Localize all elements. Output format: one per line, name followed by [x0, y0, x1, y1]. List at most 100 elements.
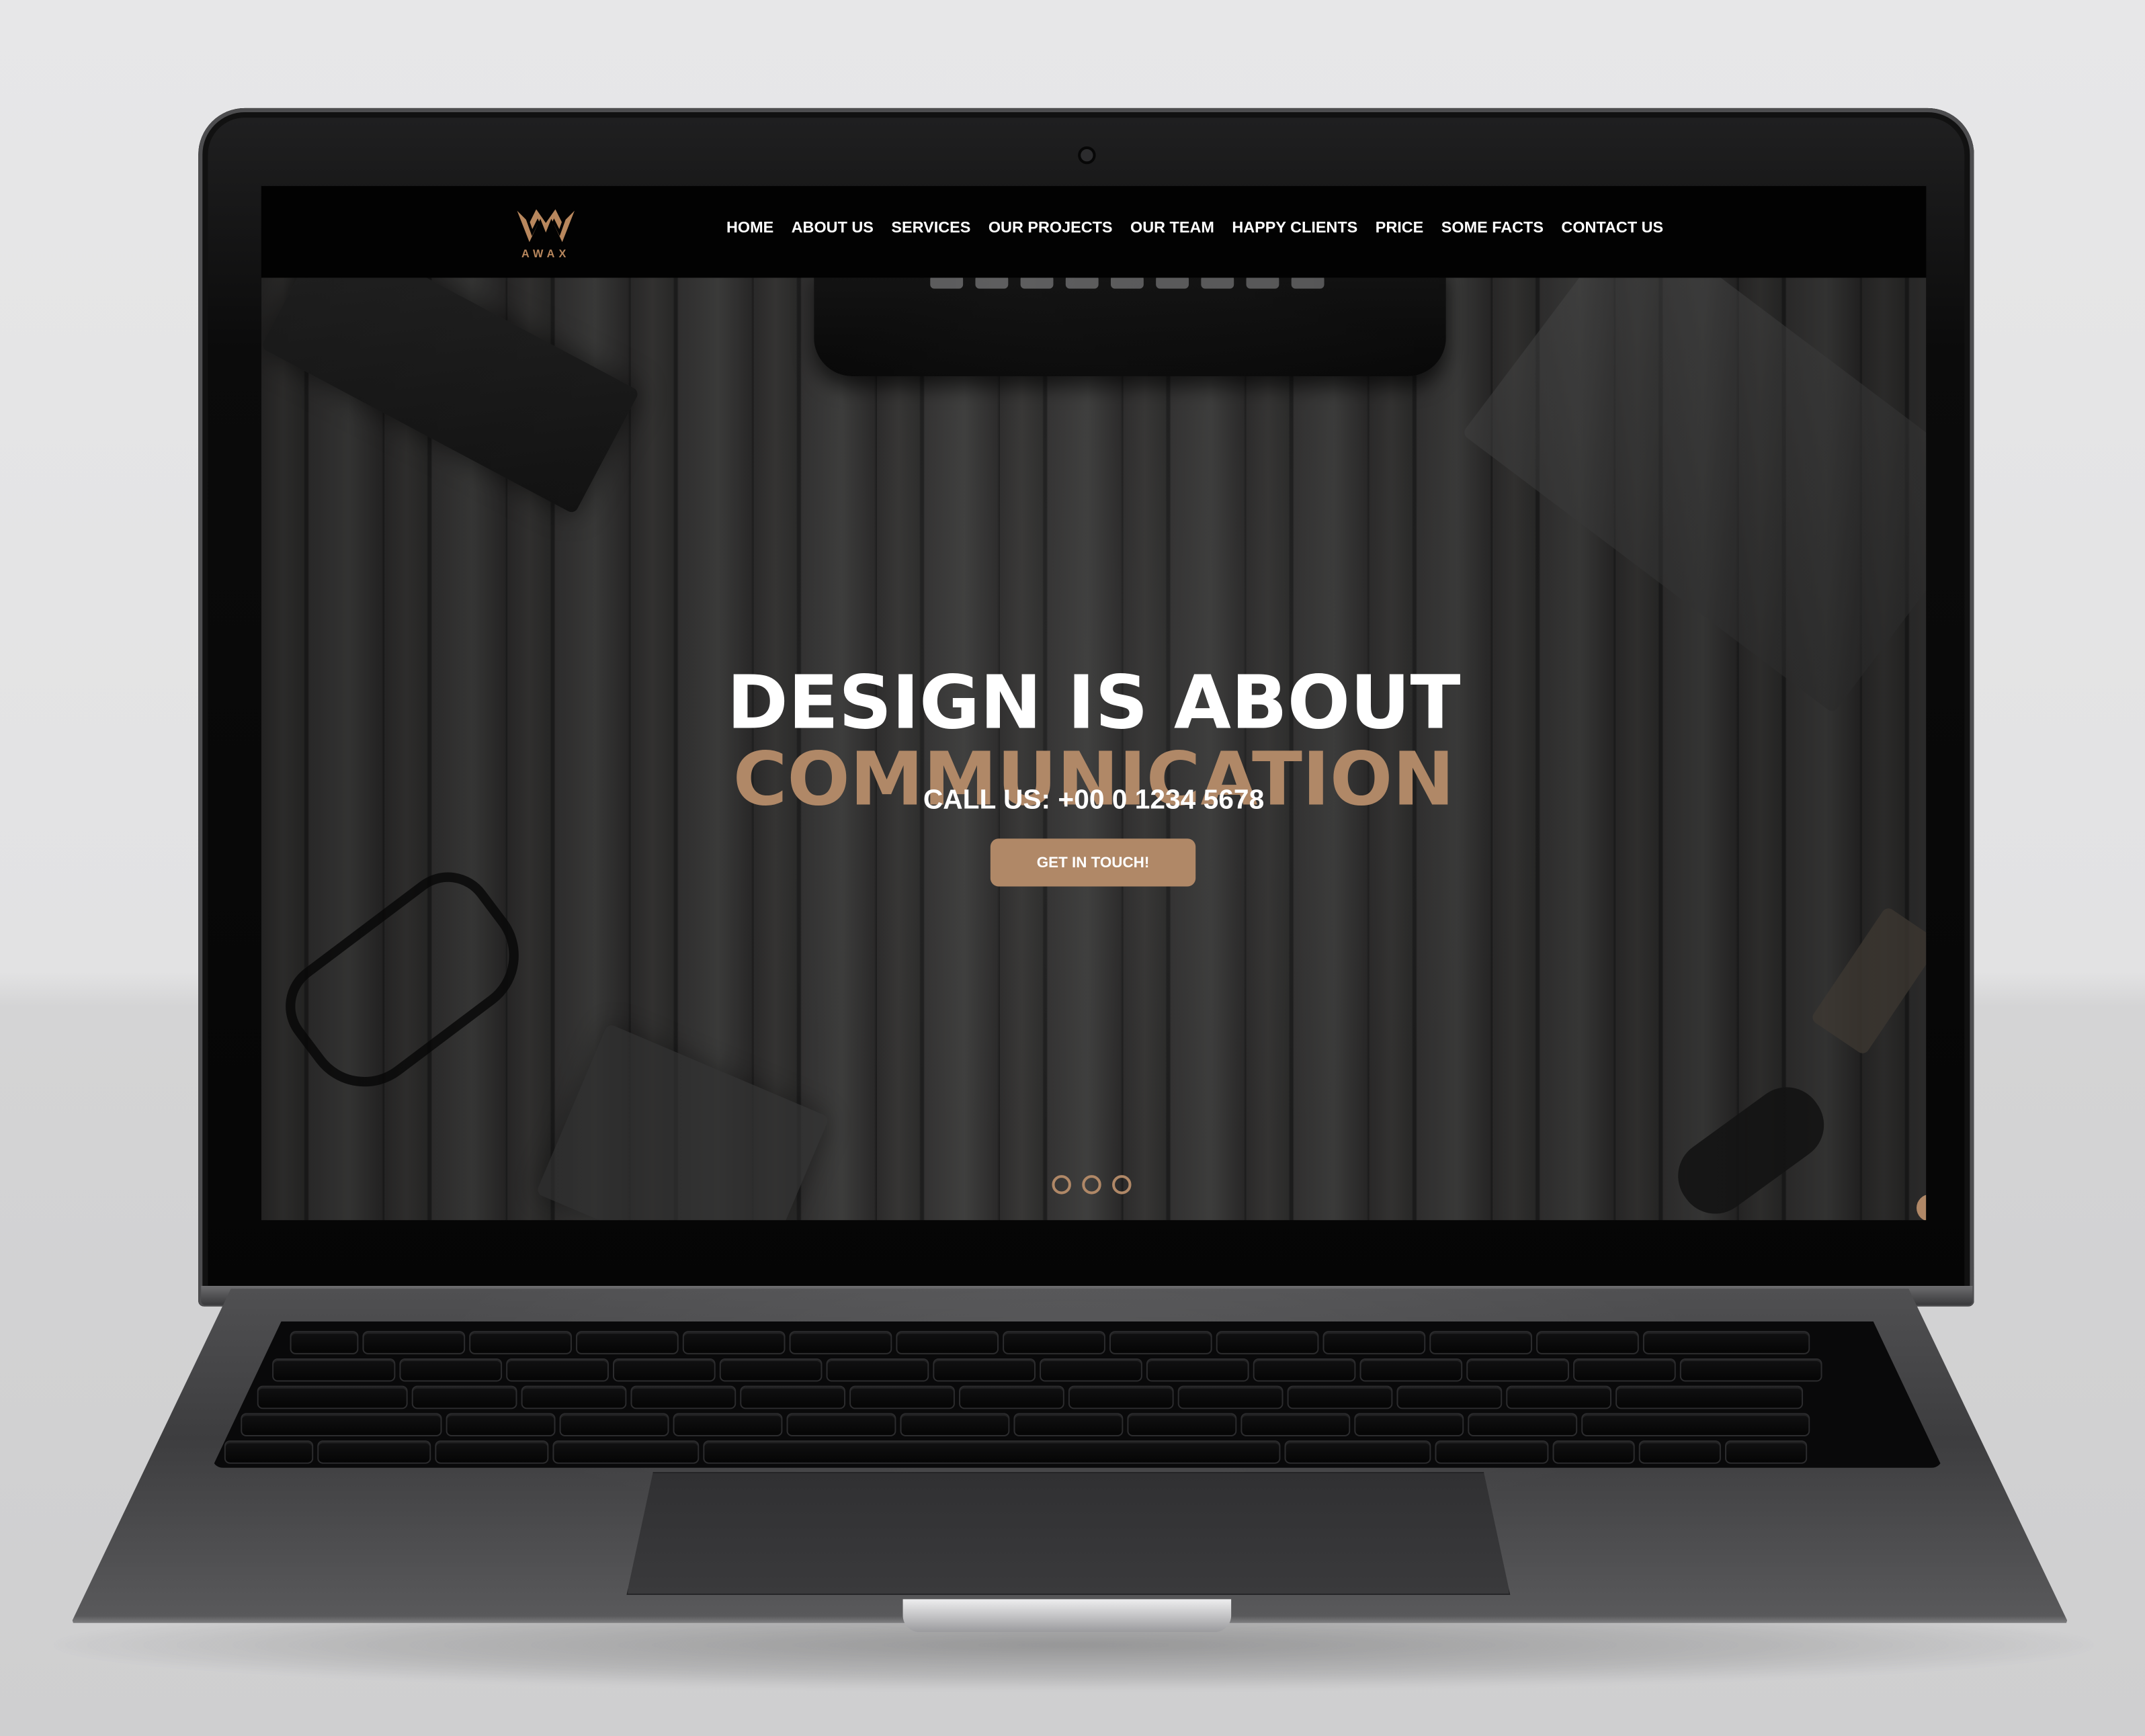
keyboard-key — [507, 1359, 607, 1381]
typewriter-key — [1201, 277, 1234, 289]
main-navigation: HOME ABOUT US SERVICES OUR PROJECTS OUR … — [726, 218, 1663, 240]
awax-crown-logo-icon — [517, 209, 575, 243]
scroll-to-top-icon[interactable] — [1917, 1194, 1927, 1221]
awax-logo[interactable]: AWAX — [513, 202, 579, 263]
keyboard-key — [788, 1414, 895, 1435]
nav-our-team[interactable]: OUR TEAM — [1130, 218, 1214, 240]
keyboard-key — [1617, 1387, 1802, 1408]
keyboard-key — [1431, 1332, 1531, 1353]
keyboard-key — [1242, 1414, 1349, 1435]
typewriter-key — [1065, 277, 1099, 289]
keyboard-key — [225, 1442, 312, 1463]
keyboard-key — [683, 1332, 784, 1353]
keyboard-key — [522, 1387, 626, 1408]
keyboard-key — [1004, 1332, 1104, 1353]
keyboard-key — [1147, 1359, 1248, 1381]
nav-some-facts[interactable]: SOME FACTS — [1441, 218, 1544, 240]
keyboard-key — [554, 1442, 698, 1463]
keyboard-key — [577, 1332, 677, 1353]
keyboard-key — [1398, 1387, 1501, 1408]
keyboard-key — [1468, 1359, 1568, 1381]
keyboard-key — [436, 1442, 548, 1463]
carousel-dot-2[interactable] — [1082, 1175, 1101, 1195]
keyboard-key — [720, 1359, 821, 1381]
keyboard-key — [470, 1332, 571, 1353]
hero-section: DESIGN IS ABOUT COMMUNICATION CALL US: +… — [261, 277, 1927, 1221]
keyboard — [212, 1321, 1943, 1468]
carousel-dot-1[interactable] — [1052, 1175, 1071, 1195]
webcam-dot-icon — [1081, 148, 1093, 162]
keyboard-key — [851, 1387, 954, 1408]
keyboard-key — [1355, 1414, 1463, 1435]
typewriter-key — [1020, 277, 1054, 289]
keyboard-key — [790, 1332, 891, 1353]
nav-services[interactable]: SERVICES — [891, 218, 970, 240]
keyboard-key — [960, 1387, 1063, 1408]
nav-home[interactable]: HOME — [726, 218, 773, 240]
typewriter-key — [930, 277, 964, 289]
keyboard-row — [291, 1332, 1809, 1354]
keyboard-key — [1217, 1332, 1318, 1353]
keyboard-key — [1554, 1442, 1634, 1463]
keyboard-key — [242, 1414, 441, 1435]
get-in-touch-button[interactable]: GET IN TOUCH! — [990, 838, 1196, 887]
keyboard-key — [1507, 1387, 1611, 1408]
keyboard-key — [319, 1442, 430, 1463]
keyboard-key — [1015, 1414, 1122, 1435]
laptop-front-notch — [902, 1599, 1232, 1633]
carousel-dot-3[interactable] — [1112, 1175, 1132, 1195]
keyboard-key — [291, 1332, 358, 1353]
keyboard-key — [274, 1359, 394, 1381]
nav-price[interactable]: PRICE — [1376, 218, 1424, 240]
desk-paper — [1462, 277, 1927, 714]
typewriter-key — [1156, 277, 1189, 289]
carousel-pagination — [1052, 1175, 1136, 1195]
keyboard-key — [1179, 1387, 1282, 1408]
keyboard-key — [1041, 1359, 1141, 1381]
keyboard-key — [1361, 1359, 1462, 1381]
nav-contact-us[interactable]: CONTACT US — [1561, 218, 1663, 240]
typewriter-key — [1291, 277, 1324, 289]
laptop-mockup-scene: AWAX HOME ABOUT US SERVICES OUR PROJECTS… — [0, 0, 2145, 1736]
phone-call-text: CALL US: +00 0 1234 5678 — [923, 785, 1265, 816]
keyboard-key — [741, 1387, 845, 1408]
laptop-screen: AWAX HOME ABOUT US SERVICES OUR PROJECTS… — [261, 185, 1927, 1221]
desk-book — [261, 277, 640, 515]
keyboard-key — [1644, 1332, 1809, 1353]
keyboard-key — [560, 1414, 668, 1435]
keyboard-key — [364, 1332, 464, 1353]
typewriter-key — [975, 277, 1009, 289]
keyboard-key — [258, 1387, 407, 1408]
nav-happy-clients[interactable]: HAPPY CLIENTS — [1232, 218, 1357, 240]
keyboard-row — [274, 1359, 1821, 1382]
trackpad — [626, 1471, 1511, 1596]
keyboard-key — [1324, 1332, 1425, 1353]
keyboard-key — [1288, 1387, 1392, 1408]
typewriter-key — [1246, 277, 1279, 289]
keyboard-key — [1469, 1414, 1576, 1435]
keyboard-key — [1681, 1359, 1821, 1381]
keyboard-key — [1254, 1359, 1355, 1381]
keyboard-key — [614, 1359, 714, 1381]
keyboard-key — [1128, 1414, 1236, 1435]
keyboard-key — [897, 1332, 998, 1353]
keyboard-key — [1574, 1359, 1675, 1381]
site-header: AWAX HOME ABOUT US SERVICES OUR PROJECTS… — [261, 185, 1927, 278]
keyboard-row — [258, 1387, 1802, 1409]
keyboard-key — [1583, 1414, 1809, 1435]
desk-glasses — [267, 853, 543, 1111]
nav-our-projects[interactable]: OUR PROJECTS — [989, 218, 1113, 240]
desk-pen — [1810, 906, 1927, 1056]
keyboard-key — [704, 1442, 1279, 1463]
keyboard-key — [632, 1387, 735, 1408]
desk-typewriter — [814, 277, 1446, 376]
keyboard-key — [413, 1387, 516, 1408]
keyboard-key — [1069, 1387, 1173, 1408]
nav-about-us[interactable]: ABOUT US — [792, 218, 874, 240]
keyboard-key — [1110, 1332, 1211, 1353]
keyboard-key — [1640, 1442, 1720, 1463]
keyboard-row — [242, 1414, 1809, 1436]
typewriter-key — [1110, 277, 1144, 289]
keyboard-key — [1436, 1442, 1548, 1463]
brand-name: AWAX — [521, 247, 571, 260]
